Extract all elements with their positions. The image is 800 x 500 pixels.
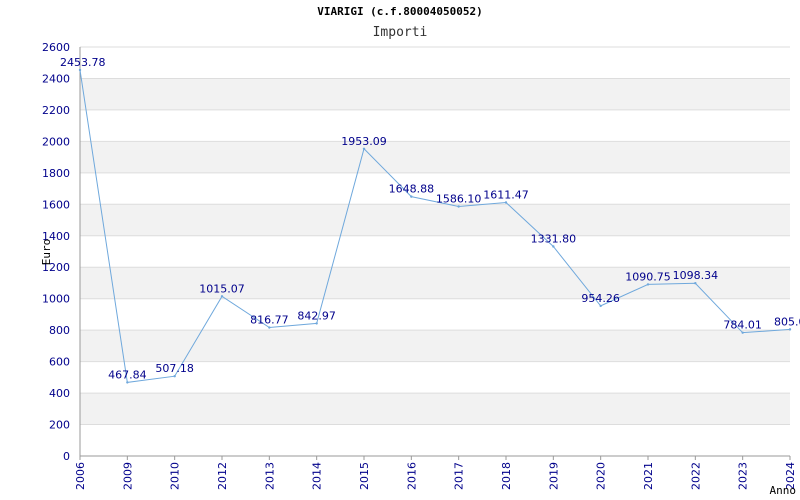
data-point — [78, 68, 82, 72]
x-tick-label: 2010 — [169, 462, 182, 490]
x-tick-label: 2022 — [689, 462, 702, 490]
data-point — [126, 381, 129, 384]
data-label: 816.77 — [250, 314, 289, 327]
data-label: 467.84 — [108, 368, 147, 381]
data-point — [788, 328, 792, 331]
x-tick-label: 2017 — [453, 462, 466, 490]
x-tick-label: 2018 — [500, 462, 513, 490]
x-axis-label: Anno — [770, 484, 797, 497]
chart-plot: 0200400600800100012001400160018002000220… — [40, 41, 800, 497]
grid-band — [80, 393, 790, 425]
data-point — [220, 295, 224, 298]
y-tick-label: 2000 — [42, 135, 70, 148]
x-tick-label: 2012 — [216, 462, 229, 490]
x-tick-label: 2015 — [358, 462, 371, 490]
x-tick-label: 2006 — [74, 462, 87, 490]
grid-band — [80, 78, 790, 110]
y-tick-label: 800 — [49, 324, 70, 337]
y-tick-label: 1800 — [42, 167, 70, 180]
data-label: 1611.47 — [483, 189, 529, 202]
x-tick-label: 2009 — [121, 462, 134, 490]
data-point — [315, 322, 318, 325]
data-label: 805.0 — [774, 315, 800, 328]
x-axis-ticks: 2006 2009 2010 2012 2013 2014 2015 2016 2017 2018… — [74, 456, 797, 490]
x-tick-label: 2020 — [595, 462, 608, 490]
data-label: 1090.75 — [625, 270, 671, 283]
grid-band — [80, 141, 790, 173]
data-point — [504, 201, 508, 204]
data-point — [599, 304, 602, 308]
data-label: 954.26 — [581, 292, 620, 305]
data-point — [173, 375, 176, 378]
data-label: 784.01 — [723, 319, 762, 332]
x-tick-label: 2014 — [311, 462, 324, 490]
data-label: 1331.80 — [531, 232, 577, 245]
y-tick-label: 2200 — [42, 104, 70, 117]
x-tick-label: 2019 — [547, 462, 560, 490]
data-label: 842.97 — [297, 309, 336, 322]
data-point — [457, 205, 460, 208]
y-tick-label: 200 — [49, 419, 70, 432]
x-tick-label: 2023 — [737, 462, 750, 490]
x-tick-label: 2021 — [642, 462, 655, 490]
y-tick-label: 600 — [49, 356, 70, 369]
data-point — [552, 245, 555, 248]
data-point — [694, 282, 697, 285]
data-label: 507.18 — [155, 362, 194, 375]
data-point — [268, 326, 271, 329]
data-label: 1953.09 — [341, 135, 387, 148]
y-axis-label: Euro — [40, 239, 53, 266]
y-tick-label: 400 — [49, 387, 70, 400]
data-point — [362, 147, 366, 150]
x-tick-label: 2016 — [405, 462, 418, 490]
data-label: 1586.10 — [436, 192, 482, 205]
y-tick-label: 1000 — [42, 293, 70, 306]
data-label: 1648.88 — [389, 183, 435, 196]
y-tick-label: 2600 — [42, 41, 70, 54]
x-tick-label: 2013 — [263, 462, 276, 490]
y-tick-label: 2400 — [42, 72, 70, 85]
data-label: 1015.07 — [199, 282, 245, 295]
grid-band — [80, 204, 790, 236]
data-label: 1098.34 — [673, 269, 719, 282]
data-point — [410, 195, 413, 198]
data-label: 2453.78 — [60, 56, 106, 69]
y-tick-label: 1600 — [42, 198, 70, 211]
data-point — [741, 331, 744, 334]
data-point — [646, 283, 650, 286]
chart: VIARIGI (c.f.80004050052) Importi 0 200 40… — [0, 0, 800, 500]
y-tick-label: 0 — [63, 450, 70, 463]
